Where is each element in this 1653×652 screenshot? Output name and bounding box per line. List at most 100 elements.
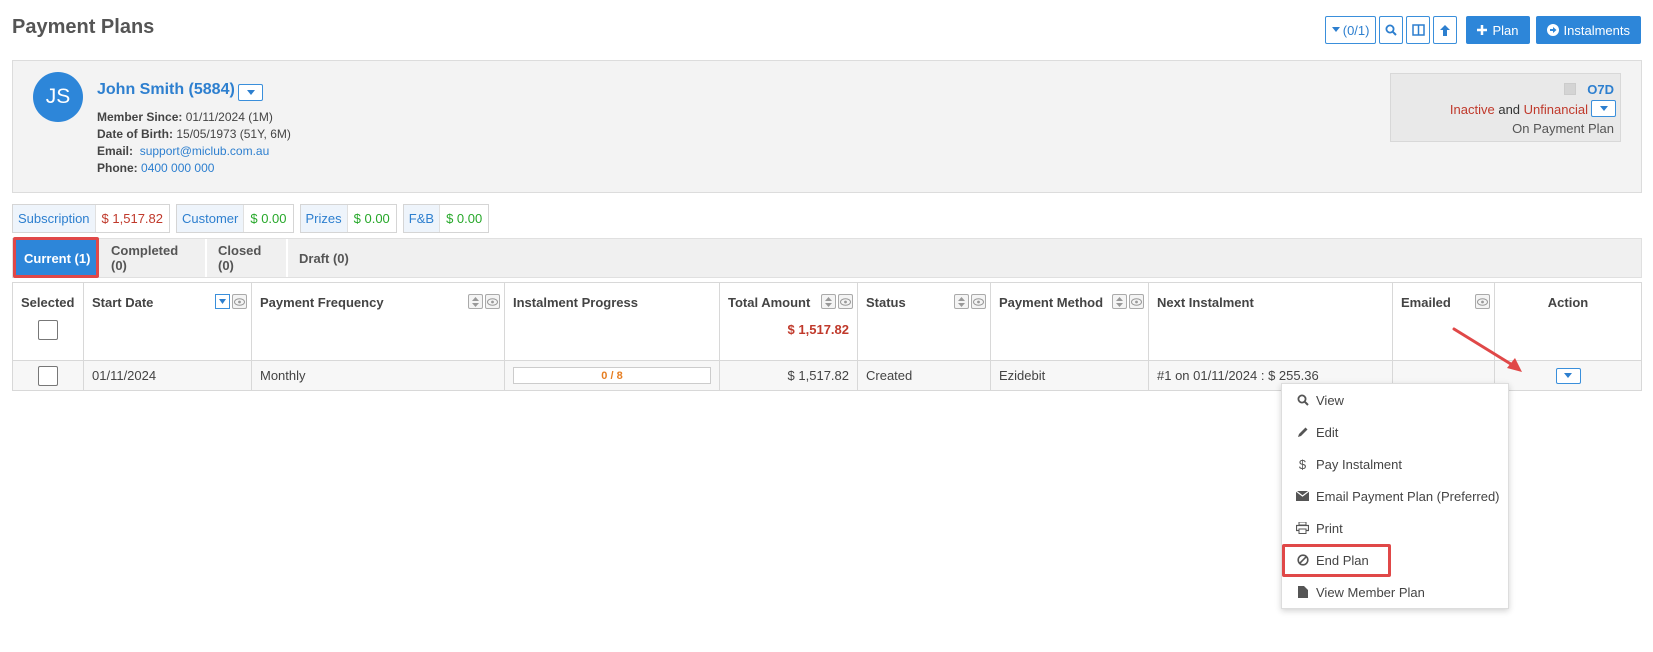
col-icons [215,294,247,309]
balance-label: Customer [177,205,245,232]
on-payment-plan-label: On Payment Plan [1512,121,1614,136]
col-instalment-progress-label: Instalment Progress [513,295,638,310]
file-icon [1296,586,1309,598]
member-since-row: Member Since: 01/11/2024 (1M) [97,109,291,126]
tab-highlight [13,237,99,278]
col-icons [954,294,986,309]
cell-status: Created [857,360,991,391]
page-title: Payment Plans [12,16,155,38]
member-code[interactable]: O7D [1587,82,1614,97]
balance-label: Subscription [13,205,96,232]
search-button[interactable] [1379,16,1404,44]
col-action-label: Action [1547,295,1589,310]
eye-icon[interactable] [1129,294,1144,309]
balance-value: $ 0.00 [353,211,390,226]
phone-link[interactable]: 0400 000 000 [141,161,214,175]
balance-subscription[interactable]: Subscription $ 1,517.82 [12,204,170,233]
envelope-icon [1296,491,1309,501]
col-start-date-label: Start Date [92,295,154,310]
email-link[interactable]: support@miclub.com.au [140,144,270,158]
filter-button[interactable]: (0/1) [1324,16,1377,44]
menu-item-edit[interactable]: Edit [1282,416,1508,448]
tab-closed[interactable]: Closed (0) [209,239,288,277]
instalments-button[interactable]: Instalments [1535,16,1641,44]
menu-item-print[interactable]: Print [1282,512,1508,544]
menu-item-view-member-plan[interactable]: View Member Plan [1282,576,1508,608]
financial-status: Inactive and Unfinancial [1450,102,1588,117]
total-amount-sum: $ 1,517.82 [787,322,849,337]
col-icons [1475,294,1490,309]
tab-draft[interactable]: Draft (0) [290,239,358,277]
balance-fnb[interactable]: F&B $ 0.00 [402,204,490,233]
sort-icon[interactable] [954,294,969,309]
instalment-progress-bar: 0 / 8 [513,367,711,384]
end-plan-highlight [1282,544,1391,577]
eye-icon[interactable] [485,294,500,309]
col-total-amount[interactable]: Total Amount $ 1,517.82 [719,282,858,361]
balance-label: Prizes [300,205,348,232]
status-dropdown[interactable] [1591,100,1616,117]
sort-icon[interactable] [1112,294,1127,309]
balance-value: $ 0.00 [446,211,483,226]
menu-item-pay-instalment[interactable]: $ Pay Instalment [1282,448,1508,480]
export-button[interactable] [1433,16,1458,44]
member-panel: JS John Smith (5884) Member Since: 01/11… [12,60,1642,193]
cell-select [12,360,84,391]
tab-completed[interactable]: Completed (0) [102,239,207,277]
col-next-instalment: Next Instalment [1148,282,1393,361]
table-header-row: Selected Start Date Payment Frequency In… [12,282,1642,361]
row-action-dropdown[interactable] [1555,367,1581,384]
menu-item-label: View [1316,392,1344,408]
member-details: Member Since: 01/11/2024 (1M) Date of Bi… [97,109,291,177]
cell-payment-method: Ezidebit [990,360,1149,391]
menu-item-email-plan[interactable]: Email Payment Plan (Preferred) [1282,480,1508,512]
col-payment-method[interactable]: Payment Method [990,282,1149,361]
col-status[interactable]: Status [857,282,991,361]
member-since-label: Member Since: [97,110,183,124]
search-icon [1296,394,1309,406]
col-total-amount-label: Total Amount [728,295,811,310]
dollar-icon: $ [1298,456,1307,472]
sort-icon[interactable] [821,294,836,309]
eye-icon[interactable] [1475,294,1490,309]
eye-icon[interactable] [971,294,986,309]
menu-item-view[interactable]: View [1282,384,1508,416]
status-checkbox[interactable] [1564,83,1576,95]
payment-plans-table: Selected Start Date Payment Frequency In… [12,282,1642,391]
col-next-instalment-label: Next Instalment [1157,295,1254,310]
member-actions-dropdown[interactable] [238,84,263,101]
pencil-icon [1296,426,1309,438]
col-start-date[interactable]: Start Date [83,282,252,361]
caret-down-icon [1331,27,1340,32]
member-name-link[interactable]: John Smith (5884) [97,81,235,99]
col-icons [468,294,500,309]
menu-item-label: Email Payment Plan (Preferred) [1316,488,1500,504]
sort-desc-icon[interactable] [215,294,230,309]
col-payment-method-label: Payment Method [999,295,1104,310]
menu-item-label: View Member Plan [1316,584,1425,600]
member-status-box: O7D Inactive and Unfinancial On Payment … [1390,73,1621,142]
email-row: Email: support@miclub.com.au [97,143,291,160]
col-payment-frequency[interactable]: Payment Frequency [251,282,505,361]
cell-payment-frequency: Monthly [251,360,505,391]
balance-prizes[interactable]: Prizes $ 0.00 [299,204,397,233]
filter-count: (0/1) [1342,22,1370,38]
email-label: Email: [97,144,134,158]
sort-icon[interactable] [468,294,483,309]
instalments-label: Instalments [1563,22,1630,38]
phone-label: Phone: [97,161,138,175]
col-emailed-label: Emailed [1401,295,1451,310]
balance-customer[interactable]: Customer $ 0.00 [176,204,294,233]
add-plan-button[interactable]: Plan [1466,16,1530,44]
col-payment-frequency-label: Payment Frequency [260,295,384,310]
dob-row: Date of Birth: 15/05/1973 (51Y, 6M) [97,126,291,143]
eye-icon[interactable] [838,294,853,309]
eye-icon[interactable] [232,294,247,309]
caret-down-icon [1564,373,1572,378]
columns-button[interactable] [1406,16,1431,44]
row-checkbox[interactable] [38,365,58,386]
col-instalment-progress: Instalment Progress [504,282,720,361]
select-all-checkbox[interactable] [38,320,58,340]
cell-instalment-progress: 0 / 8 [504,360,720,391]
balance-value: $ 0.00 [250,211,287,226]
